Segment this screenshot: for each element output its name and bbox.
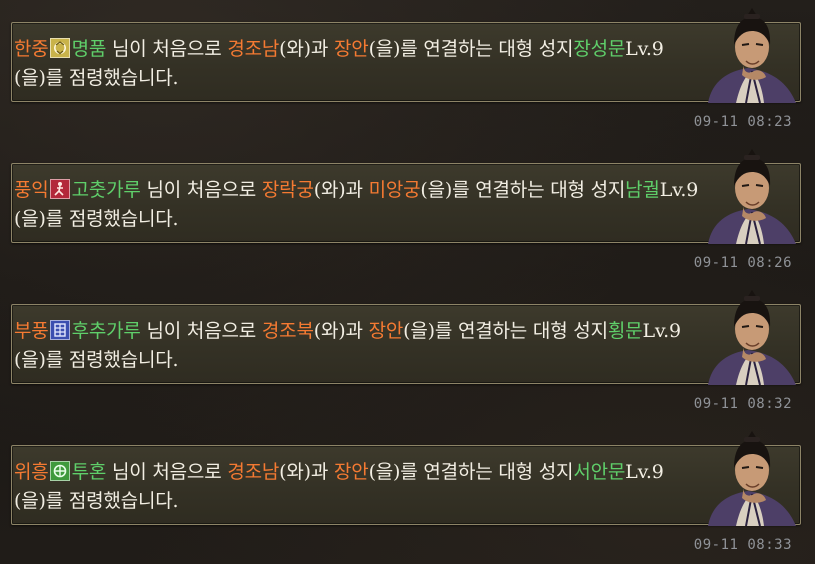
- message-text: (을)를 연결하는 대형 성지: [368, 38, 574, 60]
- message-text: 님이 처음으로: [140, 179, 262, 201]
- level-text: Lv.9: [642, 320, 681, 342]
- announcement-message: 부풍 후추가루 님이 처음으로 경조북(와)과 장안(을)를 연결하는 대형 성지…: [14, 317, 700, 375]
- level-text: Lv.9: [625, 461, 664, 483]
- runner-crest-icon: [49, 179, 70, 199]
- announcement-entry: 위흥 투혼 님이 처음으로 경조남(와)과 장안(을)를 연결하는 대형 성지서안…: [0, 423, 815, 564]
- announcement-entry: 한중 명품 님이 처음으로 경조남(와)과 장안(을)를 연결하는 대형 성지장성…: [0, 0, 815, 141]
- message-text: (와)과: [279, 461, 334, 483]
- message-text: (와)과: [279, 38, 334, 60]
- announcement-message: 위흥 투혼 님이 처음으로 경조남(와)과 장안(을)를 연결하는 대형 성지서안…: [14, 458, 700, 516]
- advisor-portrait: [702, 5, 800, 103]
- tiger-crest-icon: [49, 38, 70, 58]
- timestamp: 09-11 08:32: [693, 396, 792, 412]
- city-name[interactable]: 장안: [334, 461, 369, 483]
- message-text: 님이 처음으로: [106, 38, 228, 60]
- announcement-message: 한중 명품 님이 처음으로 경조남(와)과 장안(을)를 연결하는 대형 성지장성…: [14, 35, 700, 93]
- region-name[interactable]: 부풍: [14, 320, 49, 342]
- holy-site-name[interactable]: 서안문: [573, 461, 625, 483]
- city-name[interactable]: 미앙궁: [369, 179, 421, 201]
- message-text: (을)를 연결하는 대형 성지: [368, 461, 574, 483]
- message-text: (을)를 점령했습니다.: [14, 208, 179, 230]
- message-text: 님이 처음으로: [106, 461, 228, 483]
- message-text: (을)를 점령했습니다.: [14, 349, 179, 371]
- city-name[interactable]: 장락궁: [262, 179, 314, 201]
- message-text: (와)과: [313, 320, 369, 342]
- announcement-feed: 한중 명품 님이 처음으로 경조남(와)과 장안(을)를 연결하는 대형 성지장성…: [0, 0, 815, 564]
- player-name[interactable]: 고춧가루: [72, 179, 141, 201]
- advisor-portrait: [702, 287, 800, 385]
- holy-site-name[interactable]: 횡문: [608, 320, 643, 342]
- player-name[interactable]: 투혼: [72, 461, 107, 483]
- announcement-card: 풍익 고춧가루 님이 처음으로 장락궁(와)과 미앙궁(을)를 연결하는 대형 성…: [11, 149, 801, 244]
- advisor-portrait: [702, 428, 800, 526]
- player-name[interactable]: 명품: [72, 38, 107, 60]
- city-name[interactable]: 장안: [369, 320, 404, 342]
- announcement-card: 한중 명품 님이 처음으로 경조남(와)과 장안(을)를 연결하는 대형 성지장성…: [11, 8, 801, 103]
- level-text: Lv.9: [625, 38, 664, 60]
- region-name[interactable]: 한중: [14, 38, 49, 60]
- timestamp: 09-11 08:33: [693, 537, 792, 553]
- holy-site-name[interactable]: 남궐: [625, 179, 660, 201]
- announcement-entry: 부풍 후추가루 님이 처음으로 경조북(와)과 장안(을)를 연결하는 대형 성지…: [0, 282, 815, 423]
- announcement-entry: 풍익 고춧가루 님이 처음으로 장락궁(와)과 미앙궁(을)를 연결하는 대형 성…: [0, 141, 815, 282]
- advisor-portrait: [702, 146, 800, 244]
- timestamp: 09-11 08:26: [693, 255, 792, 271]
- holy-site-name[interactable]: 장성문: [573, 38, 625, 60]
- region-name[interactable]: 풍익: [14, 179, 49, 201]
- message-text: (을)를 연결하는 대형 성지: [403, 320, 608, 342]
- message-text: 님이 처음으로: [140, 320, 262, 342]
- city-name[interactable]: 경조북: [262, 320, 314, 342]
- shield-crest-icon: [49, 461, 70, 481]
- announcement-card: 부풍 후추가루 님이 처음으로 경조북(와)과 장안(을)를 연결하는 대형 성지…: [11, 290, 801, 385]
- city-name[interactable]: 경조남: [227, 38, 279, 60]
- message-text: (을)를 점령했습니다.: [14, 67, 179, 89]
- region-name[interactable]: 위흥: [14, 461, 49, 483]
- ornament-crest-icon: [49, 320, 70, 340]
- announcement-card: 위흥 투혼 님이 처음으로 경조남(와)과 장안(을)를 연결하는 대형 성지서안…: [11, 431, 801, 526]
- city-name[interactable]: 장안: [334, 38, 369, 60]
- timestamp: 09-11 08:23: [693, 114, 792, 130]
- message-text: (을)를 점령했습니다.: [14, 490, 179, 512]
- message-text: (와)과: [313, 179, 369, 201]
- level-text: Lv.9: [659, 179, 699, 201]
- city-name[interactable]: 경조남: [227, 461, 279, 483]
- announcement-message: 풍익 고춧가루 님이 처음으로 장락궁(와)과 미앙궁(을)를 연결하는 대형 성…: [14, 176, 700, 234]
- player-name[interactable]: 후추가루: [72, 320, 141, 342]
- message-text: (을)를 연결하는 대형 성지: [420, 179, 626, 201]
